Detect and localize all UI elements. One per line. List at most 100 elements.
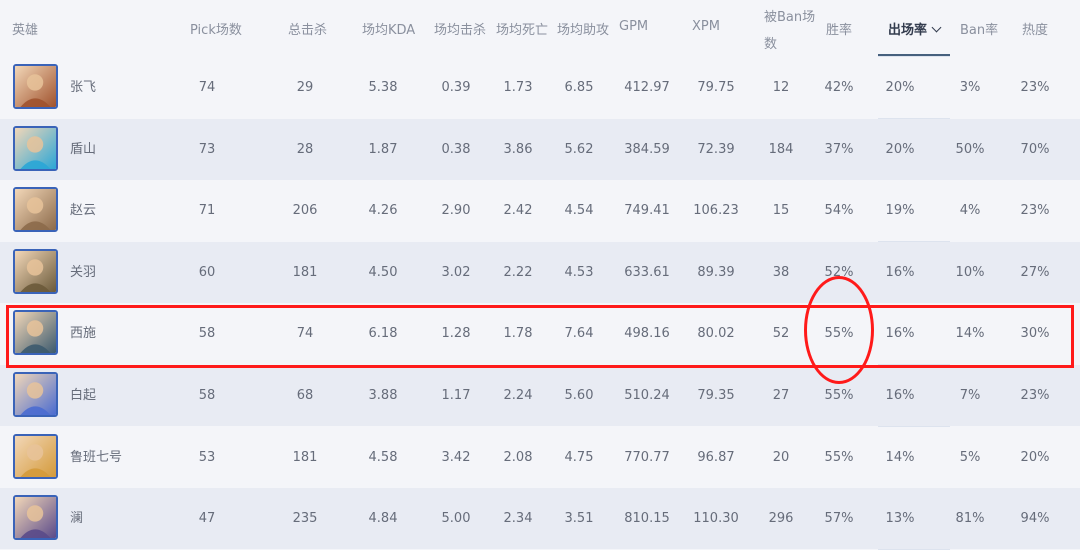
- cell-xpm: 106.23: [693, 203, 739, 219]
- cell-avg-assists: 7.64: [564, 326, 594, 342]
- cell-kills: 181: [292, 449, 318, 465]
- header-kills[interactable]: 总击杀: [288, 19, 327, 38]
- baiqi-avatar-icon: [13, 372, 58, 417]
- cell-avg-assists: 3.51: [564, 511, 594, 527]
- cell-winrate: 52%: [824, 264, 854, 280]
- table-row[interactable]: 盾山 73 28 1.87 0.38 3.86 5.62 384.59 72.39 184 37% 2…: [0, 118, 1080, 180]
- cell-banrate: 10%: [955, 264, 985, 280]
- hero-name[interactable]: 鲁班七号: [70, 427, 122, 488]
- cell-appear: 16%: [885, 264, 915, 280]
- cell-pick: 71: [198, 203, 216, 219]
- cell-banned: 15: [772, 203, 790, 219]
- hero-name[interactable]: 盾山: [70, 119, 96, 180]
- header-banrate[interactable]: Ban率: [960, 19, 998, 38]
- cell-winrate: 55%: [824, 326, 854, 342]
- cell-banned: 296: [768, 511, 794, 527]
- cell-banrate: 5%: [959, 449, 981, 465]
- cell-heat: 27%: [1020, 264, 1050, 280]
- guanyu-avatar-icon: [13, 248, 58, 294]
- cell-banned: 52: [772, 326, 790, 342]
- cell-avg-assists: 5.60: [564, 388, 594, 403]
- header-avg-kills[interactable]: 场均击杀: [434, 19, 486, 38]
- table-row[interactable]: 赵云 71 206 4.26 2.90 2.42 4.54 749.41 106.23 15 54%…: [0, 180, 1080, 242]
- cell-winrate: 42%: [824, 80, 854, 95]
- cell-avg-deaths: 2.34: [503, 511, 533, 527]
- lan-avatar-icon: [13, 495, 58, 541]
- cell-kills: 28: [296, 141, 314, 157]
- table-row[interactable]: 关羽 60 181 4.50 3.02 2.22 4.53 633.61 89.39 38 52% 1…: [0, 241, 1080, 303]
- cell-heat: 20%: [1020, 449, 1050, 465]
- table-row[interactable]: 鲁班七号 53 181 4.58 3.42 2.08 4.75 770.77 96.87 20 55…: [0, 426, 1080, 488]
- cell-avg-kills: 0.38: [441, 141, 471, 157]
- header-winrate[interactable]: 胜率: [826, 19, 852, 38]
- cell-pick: 47: [198, 511, 216, 527]
- table-row[interactable]: 西施 58 74 6.18 1.28 1.78 7.64 498.16 80.02 52 55% 16…: [0, 303, 1080, 365]
- header-banned-line1[interactable]: 被Ban场: [764, 6, 815, 25]
- cell-heat: 23%: [1020, 388, 1050, 403]
- hero-stats-table: 英雄 Pick场数 总击杀 场均KDA 场均击杀 场均死亡 场均助攻 GPM X…: [0, 0, 1080, 550]
- header-appear-rate[interactable]: 出场率: [888, 19, 942, 38]
- cell-xpm: 96.87: [697, 449, 735, 465]
- cell-winrate: 54%: [824, 203, 854, 219]
- cell-avg-deaths: 3.86: [503, 141, 533, 157]
- cell-winrate: 55%: [824, 388, 854, 403]
- cell-kills: 235: [292, 511, 318, 527]
- cell-xpm: 79.35: [697, 388, 735, 403]
- cell-avg-deaths: 1.73: [503, 80, 533, 95]
- cell-avg-kills: 1.28: [441, 326, 471, 342]
- cell-winrate: 57%: [824, 511, 854, 527]
- cell-gpm: 633.61: [624, 264, 670, 280]
- header-hero[interactable]: 英雄: [12, 19, 38, 38]
- cell-heat: 23%: [1020, 203, 1050, 219]
- cell-gpm: 412.97: [624, 80, 670, 95]
- header-pick[interactable]: Pick场数: [190, 19, 242, 38]
- cell-avg-kills: 3.02: [441, 264, 471, 280]
- hero-name[interactable]: 赵云: [70, 180, 96, 241]
- hero-name[interactable]: 张飞: [70, 57, 96, 118]
- luban-avatar-icon: [13, 433, 58, 479]
- cell-banned: 38: [772, 264, 790, 280]
- cell-gpm: 749.41: [624, 203, 670, 219]
- cell-avg-assists: 4.75: [564, 449, 594, 465]
- cell-avg-kills: 3.42: [441, 449, 471, 465]
- hero-name[interactable]: 关羽: [70, 242, 96, 303]
- hero-name[interactable]: 西施: [70, 303, 96, 364]
- header-gpm[interactable]: GPM: [619, 19, 648, 34]
- cell-appear: 14%: [885, 449, 915, 465]
- sorted-column-indicator: [878, 54, 950, 56]
- cell-xpm: 79.75: [697, 80, 735, 95]
- cell-appear: 13%: [885, 511, 915, 527]
- cell-banrate: 4%: [959, 203, 981, 219]
- cell-avg-assists: 4.53: [564, 264, 594, 280]
- table-header: 英雄 Pick场数 总击杀 场均KDA 场均击杀 场均死亡 场均助攻 GPM X…: [0, 0, 1080, 56]
- cell-avg-kills: 1.17: [441, 388, 471, 403]
- table-row[interactable]: 澜 47 235 4.84 5.00 2.34 3.51 810.15 110.30 296 57%…: [0, 488, 1080, 550]
- header-kda[interactable]: 场均KDA: [362, 19, 415, 38]
- header-avg-assists[interactable]: 场均助攻: [557, 19, 609, 38]
- cell-banned: 20: [772, 449, 790, 465]
- cell-gpm: 510.24: [624, 388, 670, 403]
- table-row[interactable]: 张飞 74 29 5.38 0.39 1.73 6.85 412.97 79.75 12 42% 20…: [0, 57, 1080, 118]
- header-heat[interactable]: 热度: [1022, 19, 1048, 38]
- cell-appear: 19%: [885, 203, 915, 219]
- cell-xpm: 89.39: [697, 264, 735, 280]
- cell-kda: 5.38: [368, 80, 398, 95]
- cell-gpm: 384.59: [624, 141, 670, 157]
- cell-banrate: 14%: [955, 326, 985, 342]
- hero-name[interactable]: 白起: [70, 365, 96, 426]
- cell-xpm: 72.39: [697, 141, 735, 157]
- header-xpm[interactable]: XPM: [692, 19, 720, 34]
- header-banned-line2[interactable]: 数: [764, 33, 777, 52]
- cell-winrate: 55%: [824, 449, 854, 465]
- cell-avg-deaths: 2.22: [503, 264, 533, 280]
- table-row[interactable]: 白起 58 68 3.88 1.17 2.24 5.60 510.24 79.35 27 55% 16…: [0, 365, 1080, 426]
- cell-banned: 27: [772, 388, 790, 403]
- cell-xpm: 80.02: [697, 326, 735, 342]
- cell-avg-kills: 5.00: [441, 511, 471, 527]
- header-avg-deaths[interactable]: 场均死亡: [496, 19, 548, 38]
- cell-banrate: 7%: [959, 388, 981, 403]
- hero-name[interactable]: 澜: [70, 488, 83, 549]
- cell-kda: 6.18: [368, 326, 398, 342]
- cell-banrate: 81%: [955, 511, 985, 527]
- cell-avg-deaths: 2.08: [503, 449, 533, 465]
